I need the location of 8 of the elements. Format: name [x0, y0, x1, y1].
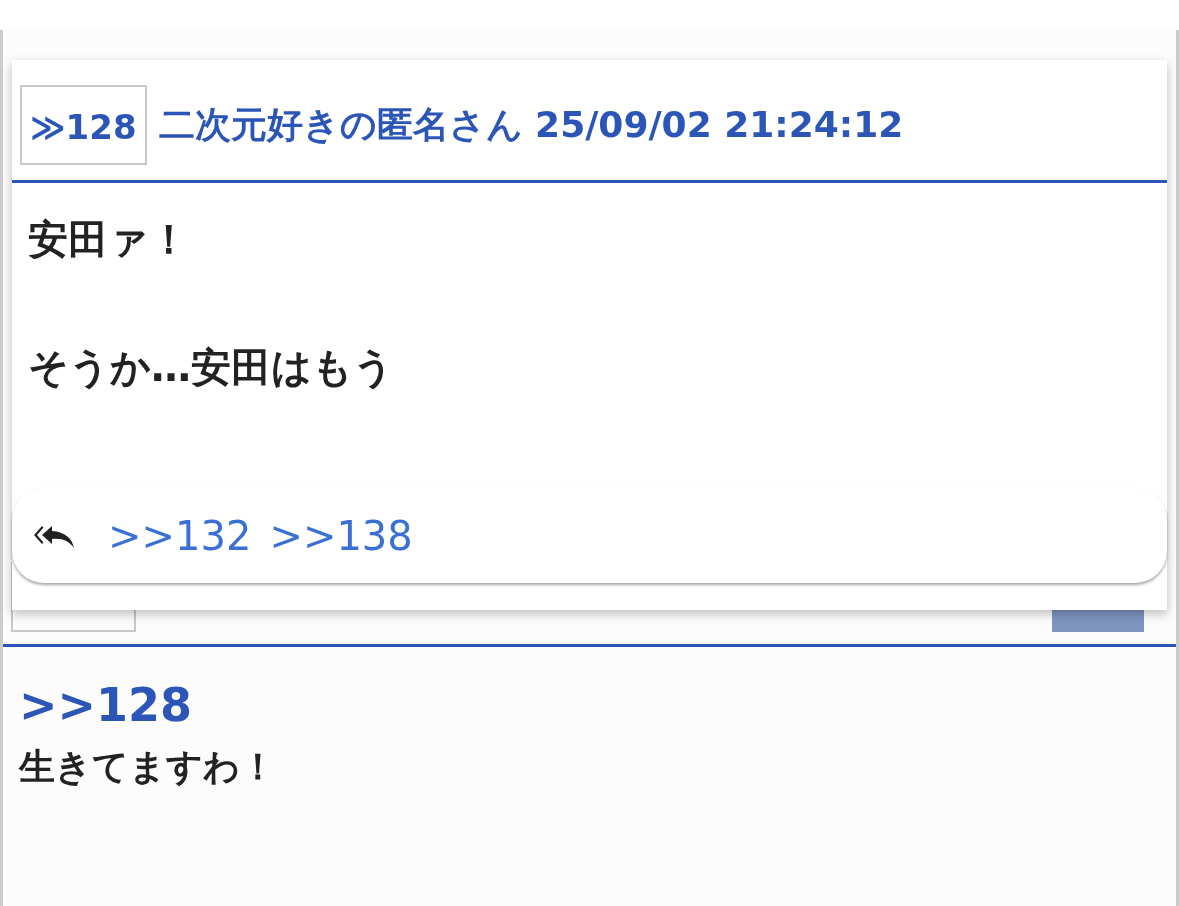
post-text: そうか…安田はもう	[28, 343, 394, 391]
reply-link[interactable]: >>138	[269, 512, 413, 559]
post-text: 生きてますわ！	[19, 745, 277, 789]
quote-link[interactable]: >>128	[19, 673, 1160, 737]
post-number[interactable]: ≫128	[20, 85, 147, 165]
post-text: 安田ァ！	[28, 215, 189, 263]
post-meta: 二次元好きの匿名さん 25/09/02 21:24:12	[158, 102, 904, 147]
reply-link[interactable]: >>132	[108, 512, 252, 559]
